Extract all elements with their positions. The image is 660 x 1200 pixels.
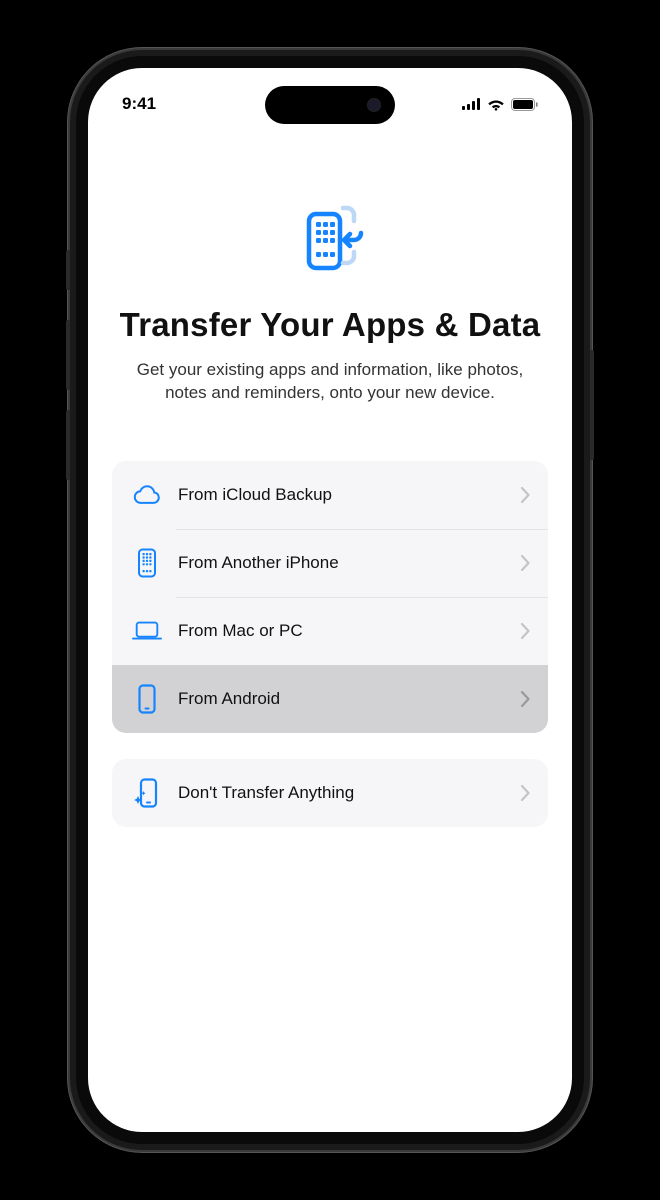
option-label: From Mac or PC [178,621,521,641]
chevron-right-icon [521,487,530,503]
chevron-right-icon [521,691,530,707]
chevron-right-icon [521,555,530,571]
volume-down-button [66,410,70,480]
status-icons [462,98,538,111]
status-time: 9:41 [122,94,156,114]
option-label: From Another iPhone [178,553,521,573]
page-title: Transfer Your Apps & Data [112,306,548,344]
silent-switch [66,250,70,290]
screen: 9:41 [88,68,572,1132]
battery-icon [511,98,538,111]
option-android[interactable]: From Android [112,665,548,733]
cellular-icon [462,98,481,110]
laptop-icon [132,616,162,646]
cloud-icon [132,480,162,510]
volume-up-button [66,320,70,390]
option-another-iphone[interactable]: From Another iPhone [112,529,548,597]
phone-icon [132,684,162,714]
side-button [590,350,594,460]
option-dont-transfer[interactable]: Don't Transfer Anything [112,759,548,827]
transfer-hero-icon [285,198,375,288]
sparkle-phone-icon [132,778,162,808]
transfer-options-group: From iCloud Backup [112,461,548,733]
option-label: From iCloud Backup [178,485,521,505]
iphone-icon [132,548,162,578]
skip-group: Don't Transfer Anything [112,759,548,827]
option-label: From Android [178,689,521,709]
chevron-right-icon [521,623,530,639]
option-icloud-backup[interactable]: From iCloud Backup [112,461,548,529]
dynamic-island [265,86,395,124]
wifi-icon [487,98,505,111]
phone-frame: 9:41 [70,50,590,1150]
page-subtitle: Get your existing apps and information, … [112,358,548,405]
option-mac-pc[interactable]: From Mac or PC [112,597,548,665]
content: Transfer Your Apps & Data Get your exist… [88,68,572,827]
chevron-right-icon [521,785,530,801]
option-label: Don't Transfer Anything [178,783,521,803]
